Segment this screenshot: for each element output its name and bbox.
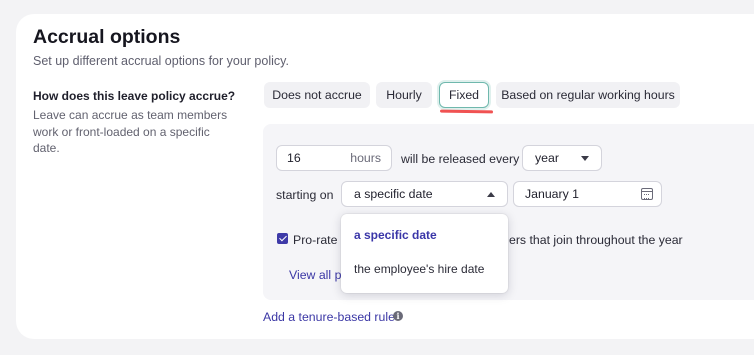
accrual-option-does-not-accrue[interactable]: Does not accrue <box>264 82 370 108</box>
accrual-option-regular-hours[interactable]: Based on regular working hours <box>496 82 680 108</box>
dropdown-option-hire-date[interactable]: the employee's hire date <box>354 262 484 276</box>
page-title: Accrual options <box>33 26 181 48</box>
hours-amount-value: 16 <box>287 151 301 165</box>
add-tenure-rule-link[interactable]: Add a tenure-based rule <box>263 310 395 324</box>
question-title: How does this leave policy accrue? <box>33 89 236 103</box>
chevron-up-icon <box>487 191 495 197</box>
period-select[interactable]: year <box>522 145 602 171</box>
prorate-label-end: ers that join throughout the year <box>509 233 683 247</box>
dropdown-option-specific-date[interactable]: a specific date <box>354 228 437 242</box>
prorate-label-start: Pro-rate f <box>293 233 345 247</box>
start-type-select-value: a specific date <box>354 187 433 201</box>
prorate-checkbox[interactable] <box>277 233 288 244</box>
accrual-option-hourly[interactable]: Hourly <box>376 82 432 108</box>
page-subtitle: Set up different accrual options for you… <box>33 54 289 68</box>
period-select-value: year <box>535 151 559 165</box>
accrual-option-fixed[interactable]: Fixed <box>439 82 489 108</box>
hours-amount-input[interactable]: 16 hours <box>276 145 392 171</box>
hours-unit-label: hours <box>350 151 381 165</box>
released-every-label: will be released every <box>401 152 520 166</box>
chevron-down-icon <box>581 155 589 161</box>
start-date-value: January 1 <box>525 187 580 201</box>
info-icon[interactable]: i <box>393 311 403 321</box>
starting-on-label: starting on <box>276 188 334 202</box>
start-type-dropdown-menu: a specific date the employee's hire date <box>341 214 508 293</box>
view-all-link[interactable]: View all p <box>289 268 341 282</box>
start-type-select[interactable]: a specific date <box>341 181 508 207</box>
calendar-icon[interactable] <box>641 188 653 200</box>
question-description: Leave can accrue as team members work or… <box>33 108 228 155</box>
start-date-input[interactable]: January 1 <box>513 181 662 207</box>
